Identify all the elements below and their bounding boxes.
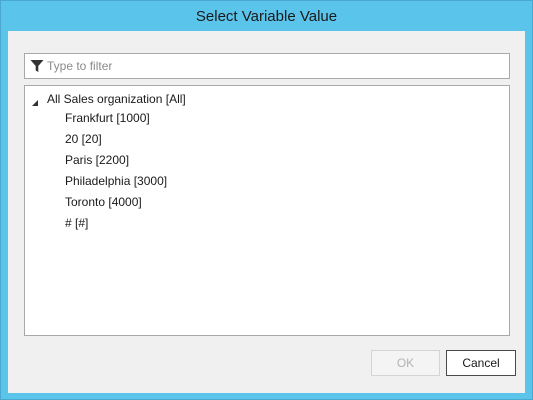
tree-item-philadelphia[interactable]: Philadelphia [3000]	[65, 172, 167, 190]
select-variable-dialog: Select Variable Value All Sales organiza…	[0, 0, 533, 400]
tree-item-paris[interactable]: Paris [2200]	[65, 151, 129, 169]
filter-icon	[29, 58, 45, 74]
tree-item-20[interactable]: 20 [20]	[65, 130, 102, 148]
filter-box[interactable]	[24, 53, 510, 79]
dialog-client-area: All Sales organization [All] Frankfurt […	[8, 31, 525, 393]
tree-item-toronto[interactable]: Toronto [4000]	[65, 193, 142, 211]
filter-input[interactable]	[47, 59, 487, 73]
tree-item-unassigned[interactable]: # [#]	[65, 214, 88, 232]
tree-item-all-sales-organization[interactable]: All Sales organization [All]	[25, 88, 325, 106]
tree-item-frankfurt[interactable]: Frankfurt [1000]	[65, 109, 150, 127]
tree-item-label: All Sales organization [All]	[47, 92, 186, 106]
dialog-title: Select Variable Value	[195, 7, 338, 25]
ok-button[interactable]: OK	[371, 350, 440, 376]
value-tree[interactable]: All Sales organization [All] Frankfurt […	[24, 85, 510, 336]
cancel-button[interactable]: Cancel	[446, 350, 516, 376]
expanded-triangle-icon[interactable]	[31, 94, 39, 106]
